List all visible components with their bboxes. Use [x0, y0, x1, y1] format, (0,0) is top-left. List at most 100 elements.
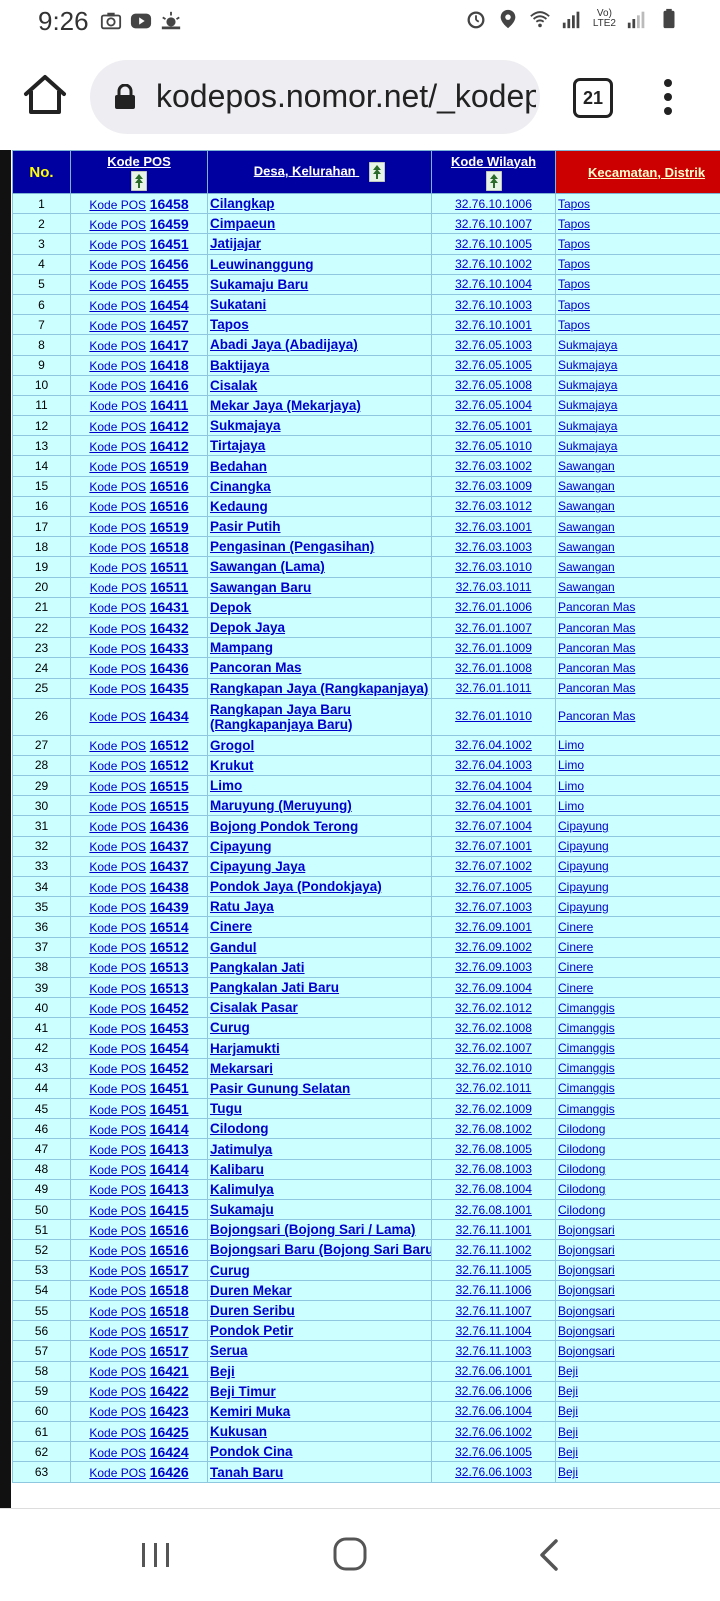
kode-pos-link[interactable]: 16456 [150, 256, 189, 272]
kecamatan-link[interactable]: Pancoran Mas [556, 658, 720, 678]
kode-wilayah-link[interactable]: 32.76.11.1007 [432, 1300, 556, 1320]
kode-wilayah-link[interactable]: 32.76.01.1009 [432, 638, 556, 658]
desa-link[interactable]: Beji Timur [210, 1384, 276, 1399]
desa-link[interactable]: Curug [210, 1020, 250, 1035]
desa-link[interactable]: Depok [210, 600, 251, 615]
kode-pos-cell[interactable]: Kode POS 16416 [71, 375, 208, 395]
kecamatan-link[interactable]: Tapos [556, 214, 720, 234]
kode-wilayah-link[interactable]: 32.76.05.1001 [432, 416, 556, 436]
kode-pos-link[interactable]: 16517 [150, 1323, 189, 1339]
kode-pos-label[interactable]: Kode POS [89, 1022, 146, 1036]
kecamatan-link[interactable]: Cimanggis [556, 1018, 720, 1038]
url-text[interactable]: kodepos.nomor.net/_kodep [156, 78, 536, 115]
desa-cell[interactable]: Maruyung (Meruyung) [208, 796, 432, 816]
desa-link[interactable]: Sukatani [210, 297, 266, 312]
kode-pos-link[interactable]: 16412 [150, 438, 189, 454]
desa-cell[interactable]: Sukmajaya [208, 416, 432, 436]
kode-wilayah-link[interactable]: 32.76.04.1004 [432, 776, 556, 796]
desa-cell[interactable]: Pangkalan Jati Baru [208, 977, 432, 997]
kode-pos-link[interactable]: 16418 [150, 357, 189, 373]
kode-pos-cell[interactable]: Kode POS 16413 [71, 1139, 208, 1159]
kecamatan-link[interactable]: Bojongsari [556, 1280, 720, 1300]
kecamatan-link[interactable]: Pancoran Mas [556, 597, 720, 617]
kode-pos-label[interactable]: Kode POS [89, 1244, 146, 1258]
kode-pos-cell[interactable]: Kode POS 16519 [71, 456, 208, 476]
kecamatan-link[interactable]: Cipayung [556, 877, 720, 897]
desa-link[interactable]: Baktijaya [210, 358, 269, 373]
kode-wilayah-link[interactable]: 32.76.02.1010 [432, 1058, 556, 1078]
kode-wilayah-link[interactable]: 32.76.05.1008 [432, 375, 556, 395]
kecamatan-link[interactable]: Bojongsari [556, 1341, 720, 1361]
kode-pos-label[interactable]: Kode POS [89, 480, 146, 494]
desa-cell[interactable]: Beji [208, 1361, 432, 1381]
kode-pos-link[interactable]: 16454 [150, 1040, 189, 1056]
kecamatan-link[interactable]: Cinere [556, 957, 720, 977]
kecamatan-link[interactable]: Cimanggis [556, 998, 720, 1018]
desa-cell[interactable]: Pengasinan (Pengasihan) [208, 537, 432, 557]
kecamatan-link[interactable]: Sawangan [556, 557, 720, 577]
kode-wilayah-link[interactable]: 32.76.01.1010 [432, 698, 556, 735]
kode-pos-label[interactable]: Kode POS [89, 238, 146, 252]
kode-pos-cell[interactable]: Kode POS 16517 [71, 1341, 208, 1361]
kode-wilayah-link[interactable]: 32.76.05.1010 [432, 436, 556, 456]
kode-pos-label[interactable]: Kode POS [89, 759, 146, 773]
desa-link[interactable]: Depok Jaya [210, 620, 285, 635]
kode-wilayah-link[interactable]: 32.76.07.1005 [432, 877, 556, 897]
desa-link[interactable]: Cinangka [210, 479, 271, 494]
kecamatan-link[interactable]: Sawangan [556, 496, 720, 516]
kecamatan-link[interactable]: Cinere [556, 937, 720, 957]
kode-pos-cell[interactable]: Kode POS 16414 [71, 1119, 208, 1139]
kode-pos-link[interactable]: 16436 [150, 660, 189, 676]
kode-pos-link[interactable]: 16453 [150, 1020, 189, 1036]
kode-pos-label[interactable]: Kode POS [90, 561, 147, 575]
kode-pos-link[interactable]: 16518 [150, 1282, 189, 1298]
kode-pos-link[interactable]: 16517 [150, 1262, 189, 1278]
kode-pos-cell[interactable]: Kode POS 16451 [71, 234, 208, 254]
desa-cell[interactable]: Pancoran Mas [208, 658, 432, 678]
kode-wilayah-link[interactable]: 32.76.09.1003 [432, 957, 556, 977]
kode-wilayah-link[interactable]: 32.76.10.1001 [432, 315, 556, 335]
desa-link[interactable]: Sawangan Baru [210, 580, 311, 595]
kode-pos-label[interactable]: Kode POS [89, 1385, 146, 1399]
kode-pos-link[interactable]: 16515 [150, 798, 189, 814]
desa-cell[interactable]: Curug [208, 1018, 432, 1038]
desa-link[interactable]: Kalibaru [210, 1162, 264, 1177]
kode-pos-link[interactable]: 16452 [150, 1060, 189, 1076]
desa-link[interactable]: Cisalak [210, 378, 257, 393]
kode-pos-label[interactable]: Kode POS [89, 1426, 146, 1440]
kecamatan-link[interactable]: Cimanggis [556, 1058, 720, 1078]
kode-wilayah-link[interactable]: 32.76.06.1004 [432, 1401, 556, 1421]
kode-pos-label[interactable]: Kode POS [89, 541, 146, 555]
kode-pos-cell[interactable]: Kode POS 16434 [71, 698, 208, 735]
kode-pos-link[interactable]: 16437 [150, 838, 189, 854]
kode-pos-label[interactable]: Kode POS [89, 218, 146, 232]
kode-wilayah-link[interactable]: 32.76.10.1004 [432, 274, 556, 294]
kecamatan-link[interactable]: Bojongsari [556, 1260, 720, 1280]
kode-pos-link[interactable]: 16452 [150, 1000, 189, 1016]
kode-wilayah-link[interactable]: 32.76.06.1006 [432, 1381, 556, 1401]
desa-link[interactable]: Tanah Baru [210, 1465, 283, 1480]
kecamatan-link[interactable]: Cilodong [556, 1179, 720, 1199]
kode-pos-label[interactable]: Kode POS [89, 420, 146, 434]
desa-link[interactable]: Kedaung [210, 499, 268, 514]
kode-pos-cell[interactable]: Kode POS 16422 [71, 1381, 208, 1401]
more-menu-icon[interactable] [656, 72, 680, 122]
kode-wilayah-link[interactable]: 32.76.09.1004 [432, 977, 556, 997]
kode-wilayah-link[interactable]: 32.76.09.1001 [432, 917, 556, 937]
kode-wilayah-link[interactable]: 32.76.06.1005 [432, 1442, 556, 1462]
desa-link[interactable]: Pangkalan Jati Baru [210, 980, 339, 995]
kode-pos-label[interactable]: Kode POS [89, 1405, 146, 1419]
desa-link[interactable]: Serua [210, 1343, 248, 1358]
kode-pos-link[interactable]: 16459 [150, 216, 189, 232]
desa-link[interactable]: Kalimulya [210, 1182, 274, 1197]
kode-pos-link[interactable]: 16413 [150, 1141, 189, 1157]
kode-pos-link[interactable]: 16411 [150, 397, 188, 413]
kecamatan-link[interactable]: Beji [556, 1462, 720, 1482]
kode-pos-link[interactable]: 16424 [150, 1444, 189, 1460]
desa-link[interactable]: Curug [210, 1263, 250, 1278]
desa-cell[interactable]: Cinangka [208, 476, 432, 496]
kecamatan-link[interactable]: Tapos [556, 194, 720, 214]
desa-cell[interactable]: Kalibaru [208, 1159, 432, 1179]
kode-pos-cell[interactable]: Kode POS 16511 [71, 577, 208, 597]
desa-cell[interactable]: Cipayung [208, 836, 432, 856]
